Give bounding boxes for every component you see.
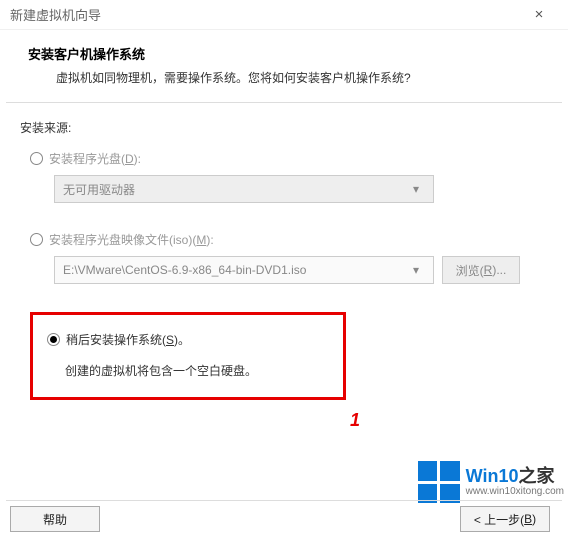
- iso-path-dropdown[interactable]: E:\VMware\CentOS-6.9-x86_64-bin-DVD1.iso…: [54, 256, 434, 284]
- option-later-highlight: 稍后安装操作系统(S)。 创建的虚拟机将包含一个空白硬盘。: [30, 312, 346, 400]
- window-title: 新建虚拟机向导: [10, 5, 520, 24]
- content-area: 安装来源: 安装程序光盘(D): 无可用驱动器 ▾ 安装程序光盘映像文件(iso…: [0, 103, 568, 400]
- iso-path-text: E:\VMware\CentOS-6.9-x86_64-bin-DVD1.iso: [63, 263, 407, 277]
- titlebar: 新建虚拟机向导 ×: [0, 0, 568, 30]
- option-iso[interactable]: 安装程序光盘映像文件(iso)(M):: [30, 231, 548, 248]
- option-later[interactable]: 稍后安装操作系统(S)。: [47, 331, 329, 348]
- radio-icon[interactable]: [47, 333, 60, 346]
- chevron-down-icon: ▾: [407, 263, 425, 277]
- option-later-label: 稍后安装操作系统(S)。: [66, 331, 190, 348]
- option-disc[interactable]: 安装程序光盘(D):: [30, 150, 548, 167]
- source-label: 安装来源:: [20, 119, 548, 136]
- back-button[interactable]: < 上一步(B): [460, 506, 550, 532]
- iso-row: E:\VMware\CentOS-6.9-x86_64-bin-DVD1.iso…: [54, 256, 548, 284]
- page-title: 安装客户机操作系统: [28, 44, 540, 63]
- help-button[interactable]: 帮助: [10, 506, 100, 532]
- page-subtitle: 虚拟机如同物理机，需要操作系统。您将如何安装客户机操作系统?: [28, 69, 540, 86]
- watermark: Win10之家 www.win10xitong.com: [418, 461, 564, 503]
- disc-drive-dropdown[interactable]: 无可用驱动器 ▾: [54, 175, 434, 203]
- annotation-marker: 1: [350, 410, 360, 431]
- option-disc-label: 安装程序光盘(D):: [49, 150, 141, 167]
- chevron-down-icon: ▾: [407, 182, 425, 196]
- windows-logo-icon: [418, 461, 460, 503]
- button-row: 帮助 < 上一步(B): [0, 499, 568, 539]
- radio-icon[interactable]: [30, 152, 43, 165]
- wizard-header: 安装客户机操作系统 虚拟机如同物理机，需要操作系统。您将如何安装客户机操作系统?: [0, 30, 568, 102]
- option-later-desc: 创建的虚拟机将包含一个空白硬盘。: [47, 362, 329, 379]
- close-icon[interactable]: ×: [520, 6, 558, 23]
- browse-button[interactable]: 浏览(R)...: [442, 256, 520, 284]
- disc-drive-text: 无可用驱动器: [63, 181, 407, 198]
- watermark-text: Win10之家 www.win10xitong.com: [466, 467, 564, 498]
- option-iso-label: 安装程序光盘映像文件(iso)(M):: [49, 231, 214, 248]
- radio-icon[interactable]: [30, 233, 43, 246]
